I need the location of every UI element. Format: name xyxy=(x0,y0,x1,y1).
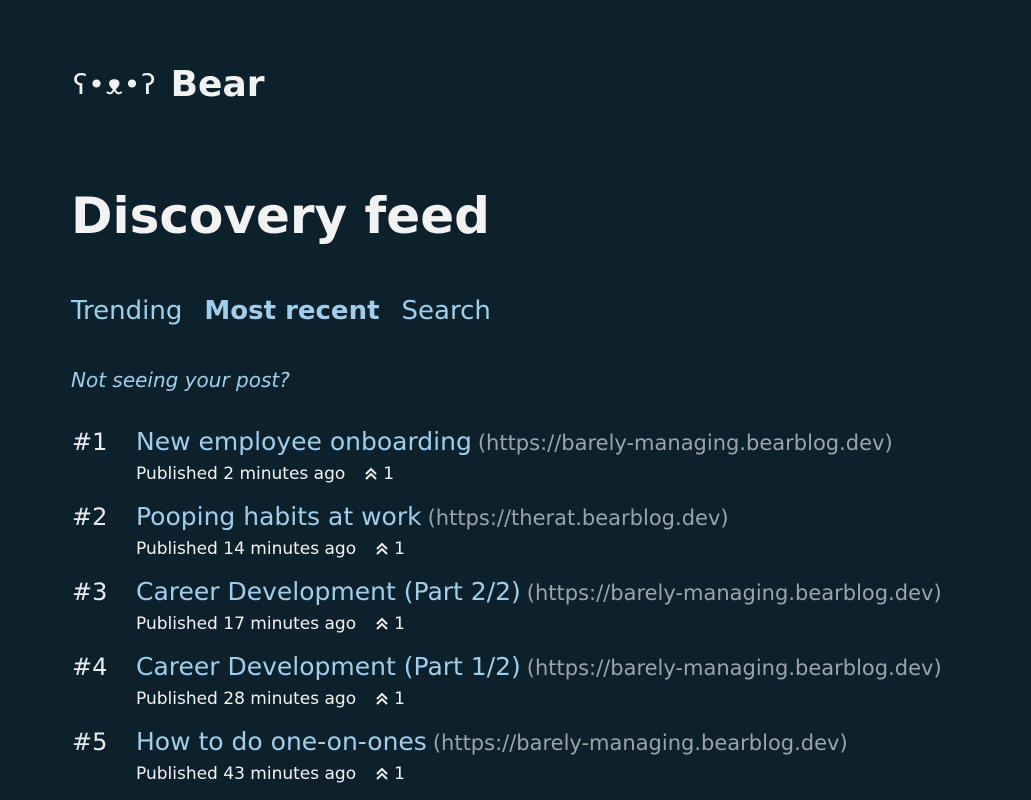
logo-text: Bear xyxy=(170,64,265,105)
feed-entry: Career Development (Part 2/2) (https://ba… xyxy=(136,574,942,637)
feed-entry: New employee onboarding (https://barely-m… xyxy=(136,424,893,487)
feed-item: #4 Career Development (Part 1/2) (https:/… xyxy=(71,649,1021,724)
double-chevron-up-icon xyxy=(365,467,378,480)
double-chevron-up-icon xyxy=(376,617,388,630)
rank-number: #3 xyxy=(72,578,108,606)
home-logo-link[interactable]: ʕ•ᴥ•ʔ Bear xyxy=(73,64,265,105)
upvote-count: 1 xyxy=(374,686,405,712)
upvote-count: 1 xyxy=(374,611,405,637)
upvote-value: 1 xyxy=(394,539,405,559)
post-domain: (https://barely-managing.bearblog.dev) xyxy=(526,581,942,605)
post-meta: Published 17 minutes ago 1 xyxy=(136,611,942,637)
bear-face-icon: ʕ•ᴥ•ʔ xyxy=(73,68,157,101)
post-title-link[interactable]: Pooping habits at work xyxy=(136,502,422,531)
feed-tabs: Trending Most recent Search xyxy=(71,296,513,326)
tab-trending[interactable]: Trending xyxy=(71,296,182,326)
post-title-link[interactable]: New employee onboarding xyxy=(136,427,472,456)
page: ʕ•ᴥ•ʔ Bear Discovery feed Trending Most … xyxy=(0,0,1031,800)
published-time: Published 17 minutes ago xyxy=(136,614,357,634)
published-time: Published 43 minutes ago xyxy=(136,764,357,784)
double-chevron-up-icon xyxy=(376,767,388,780)
post-title-link[interactable]: Career Development (Part 1/2) xyxy=(136,652,521,681)
published-time: Published 28 minutes ago xyxy=(136,689,357,709)
post-domain: (https://therat.bearblog.dev) xyxy=(427,506,729,530)
not-seeing-post-link[interactable]: Not seeing your post? xyxy=(71,368,290,392)
rank-number: #2 xyxy=(72,503,108,531)
rank-number: #4 xyxy=(72,653,108,681)
feed-item: #2 Pooping habits at work (https://therat… xyxy=(71,499,1021,574)
upvote-value: 1 xyxy=(394,689,405,709)
upvote-count: 1 xyxy=(374,761,405,787)
post-domain: (https://barely-managing.bearblog.dev) xyxy=(477,431,893,455)
rank-number: #1 xyxy=(72,428,108,456)
upvote-count: 1 xyxy=(363,461,394,487)
post-title-link[interactable]: How to do one-on-ones xyxy=(136,727,427,756)
post-meta: Published 2 minutes ago 1 xyxy=(136,461,893,487)
feed-list: #1 New employee onboarding (https://barel… xyxy=(71,424,1021,799)
feed-item: #3 Career Development (Part 2/2) (https:/… xyxy=(71,574,1021,649)
published-time: Published 2 minutes ago xyxy=(136,464,346,484)
post-meta: Published 43 minutes ago 1 xyxy=(136,761,848,787)
feed-entry: How to do one-on-ones (https://barely-man… xyxy=(136,724,848,787)
tab-search[interactable]: Search xyxy=(402,296,491,326)
feed-item: #5 How to do one-on-ones (https://barely-… xyxy=(71,724,1021,799)
upvote-count: 1 xyxy=(374,536,405,562)
upvote-value: 1 xyxy=(394,614,405,634)
post-meta: Published 14 minutes ago 1 xyxy=(136,536,729,562)
double-chevron-up-icon xyxy=(376,692,388,705)
page-title: Discovery feed xyxy=(71,187,490,245)
upvote-value: 1 xyxy=(394,764,405,784)
post-domain: (https://barely-managing.bearblog.dev) xyxy=(526,656,942,680)
double-chevron-up-icon xyxy=(376,542,388,555)
upvote-value: 1 xyxy=(383,464,395,484)
feed-entry: Career Development (Part 1/2) (https://ba… xyxy=(136,649,942,712)
post-title-link[interactable]: Career Development (Part 2/2) xyxy=(136,577,521,606)
tab-most-recent[interactable]: Most recent xyxy=(204,296,379,326)
post-meta: Published 28 minutes ago 1 xyxy=(136,686,942,712)
published-time: Published 14 minutes ago xyxy=(136,539,357,559)
feed-item: #1 New employee onboarding (https://barel… xyxy=(71,424,1021,499)
rank-number: #5 xyxy=(72,728,108,756)
feed-entry: Pooping habits at work (https://therat.be… xyxy=(136,499,729,562)
post-domain: (https://barely-managing.bearblog.dev) xyxy=(432,731,848,755)
